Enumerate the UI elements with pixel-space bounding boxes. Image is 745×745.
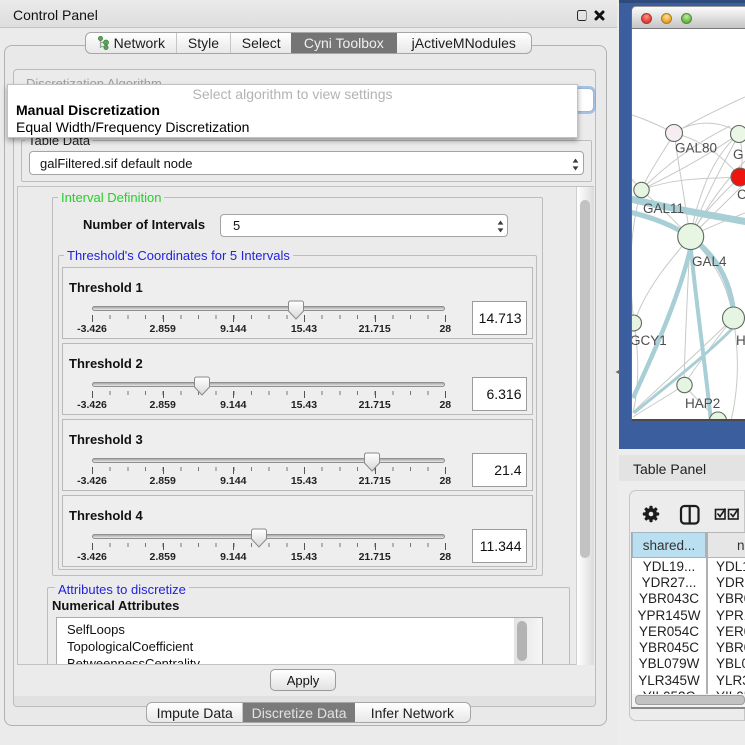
- svg-text:GCY1: GCY1: [632, 333, 667, 348]
- svg-text:GAL11: GAL11: [643, 201, 684, 216]
- svg-text:HAP2: HAP2: [685, 396, 720, 411]
- svg-text:GAL80: GAL80: [675, 141, 717, 156]
- svg-text:GAL4: GAL4: [692, 254, 727, 269]
- svg-text:H: H: [736, 333, 745, 348]
- svg-text:C: C: [737, 187, 745, 202]
- svg-text:G: G: [733, 147, 744, 162]
